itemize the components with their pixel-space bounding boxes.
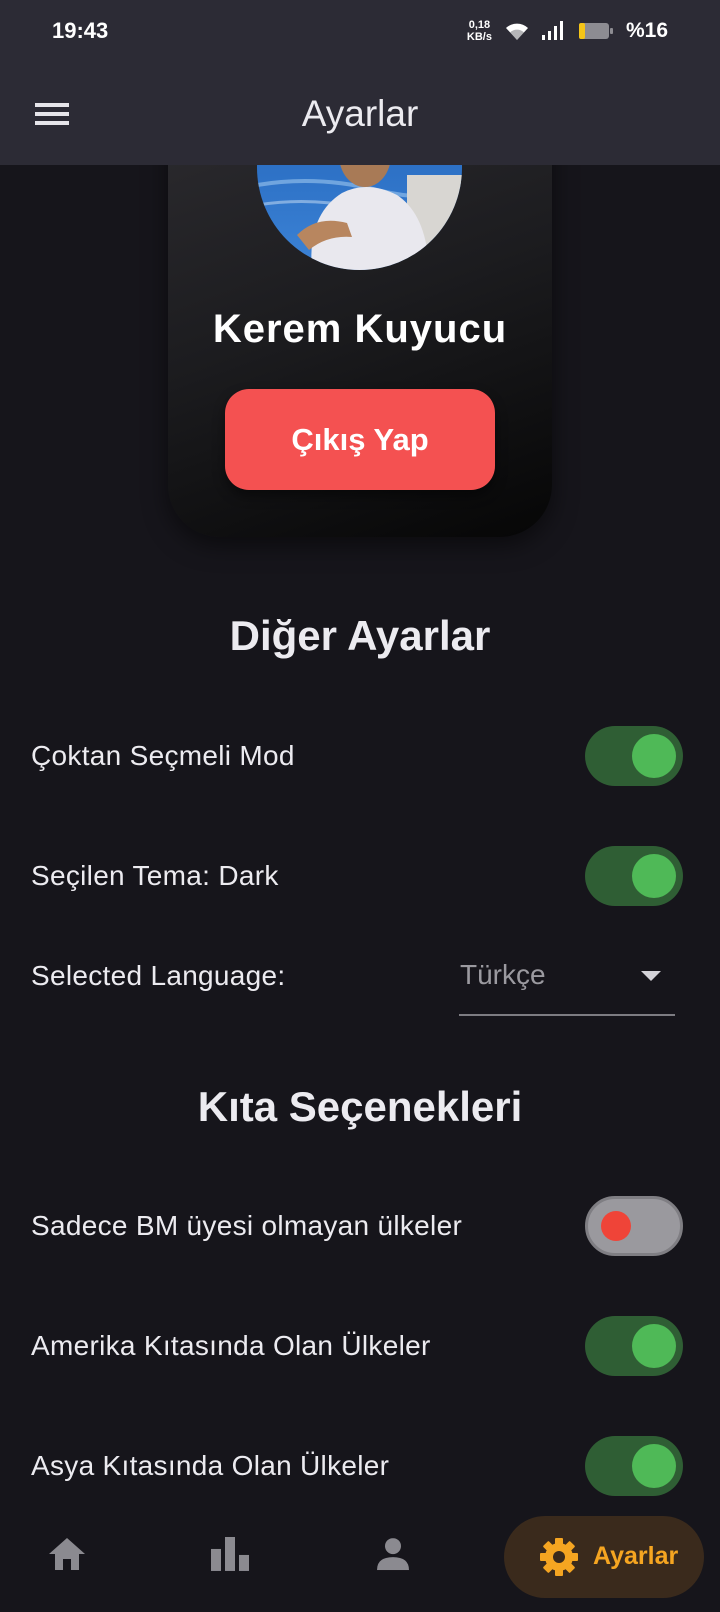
battery-percent: %16 — [625, 19, 668, 42]
america-switch[interactable] — [585, 1316, 683, 1376]
wifi-icon — [505, 23, 528, 40]
bottom-navigation: Ayarlar — [0, 1500, 720, 1612]
nav-home[interactable] — [7, 1500, 127, 1612]
setting-row-language: Selected Language: Türkçe — [0, 936, 720, 1016]
settings-content[interactable]: Kerem Kuyucu Çıkış Yap Diğer Ayarlar Çok… — [0, 165, 720, 1500]
america-label: Amerika Kıtasında Olan Ülkeler — [31, 1330, 431, 1361]
multiple-choice-label: Çoktan Seçmeli Mod — [31, 740, 295, 771]
other-settings-title: Diğer Ayarlar — [229, 612, 491, 659]
setting-row-multiple-choice: Çoktan Seçmeli Mod — [0, 716, 720, 796]
person-icon — [377, 1538, 409, 1571]
nav-settings[interactable]: Ayarlar — [504, 1516, 704, 1598]
language-label: Selected Language: — [31, 960, 286, 991]
setting-row-america: Amerika Kıtasında Olan Ülkeler — [0, 1306, 720, 1386]
nav-stats[interactable] — [170, 1500, 290, 1612]
signal-icon — [541, 21, 563, 40]
switch-thumb — [632, 1444, 676, 1488]
switch-thumb — [601, 1211, 631, 1241]
multiple-choice-switch[interactable] — [585, 726, 683, 786]
profile-name: Kerem Kuyucu — [212, 307, 508, 351]
nav-settings-label: Ayarlar — [593, 1542, 679, 1570]
switch-thumb — [632, 734, 676, 778]
asia-switch[interactable] — [585, 1436, 683, 1496]
theme-label: Seçilen Tema: Dark — [31, 860, 279, 891]
setting-row-asia: Asya Kıtasında Olan Ülkeler — [0, 1426, 720, 1500]
theme-switch[interactable] — [585, 846, 683, 906]
nav-profile[interactable] — [333, 1500, 453, 1612]
gear-icon — [540, 1538, 578, 1576]
status-icons: 0,18 KB/s %16 — [467, 19, 668, 43]
network-speed: 0,18 KB/s — [467, 19, 492, 43]
continent-options-title: Kıta Seçenekleri — [197, 1083, 523, 1130]
network-speed-unit: KB/s — [466, 31, 492, 43]
menu-button[interactable] — [30, 96, 74, 132]
non-un-switch[interactable] — [585, 1196, 683, 1256]
language-value: Türkçe — [460, 959, 546, 990]
home-icon — [49, 1537, 85, 1570]
app-bar: Ayarlar — [0, 62, 720, 165]
setting-row-theme: Seçilen Tema: Dark — [0, 836, 720, 916]
switch-thumb — [632, 854, 676, 898]
non-un-label: Sadece BM üyesi olmayan ülkeler — [31, 1210, 463, 1241]
menu-icon — [35, 103, 69, 125]
bar-chart-icon — [211, 1536, 249, 1571]
switch-thumb — [632, 1324, 676, 1368]
network-speed-value: 0,18 — [468, 19, 491, 31]
language-dropdown[interactable]: Türkçe — [459, 936, 675, 1016]
setting-row-non-un: Sadece BM üyesi olmayan ülkeler — [0, 1186, 720, 1266]
asia-label: Asya Kıtasında Olan Ülkeler — [31, 1450, 390, 1481]
logout-button[interactable]: Çıkış Yap — [225, 389, 495, 490]
dropdown-arrow-icon — [641, 971, 661, 981]
status-bar: 19:43 0,18 KB/s %16 — [0, 0, 720, 62]
page-title: Ayarlar — [301, 92, 419, 134]
battery-icon — [578, 23, 613, 39]
status-time: 19:43 — [52, 18, 109, 43]
